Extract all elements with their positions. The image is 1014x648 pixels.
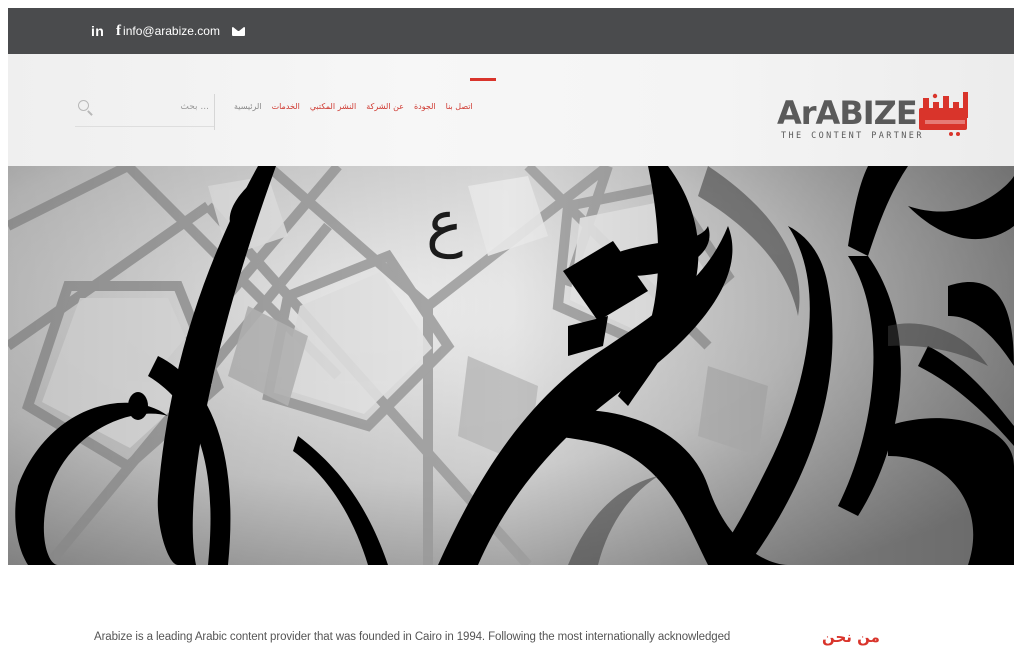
search-icon[interactable] <box>78 100 89 111</box>
nav-item-contact[interactable]: اتصل بنا <box>446 102 473 111</box>
nav-item-quality[interactable]: الجودة <box>414 102 436 111</box>
about-heading: من نحن <box>822 628 880 646</box>
about-paragraph: Arabize is a leading Arabic content prov… <box>94 631 731 643</box>
header-divider <box>214 94 215 130</box>
hero-letter-glyph: ع <box>426 186 463 260</box>
linkedin-icon[interactable]: in <box>91 23 104 39</box>
search-input[interactable] <box>109 98 209 116</box>
facebook-icon[interactable]: f <box>116 23 121 40</box>
nav-item-desktop-publishing[interactable]: النشر المكتبي <box>310 102 356 111</box>
main-nav: الرئيسية الخدمات النشر المكتبي عن الشركة… <box>234 102 473 111</box>
hero-banner: ع <box>8 166 1014 565</box>
hero-calligraphy-image: ع <box>8 166 1014 565</box>
logo-arabic-mark <box>919 92 968 136</box>
search-box <box>75 96 215 127</box>
top-bar: in f info@arabize.com <box>8 8 1014 54</box>
nav-item-about[interactable]: عن الشركة <box>366 102 404 111</box>
site-logo[interactable]: ArABIZE THE CONTENT PARTNER <box>775 92 975 142</box>
email-link[interactable]: info@arabize.com <box>123 24 220 38</box>
nav-item-home[interactable]: الرئيسية <box>234 102 262 111</box>
social-links: in f info@arabize.com <box>91 23 245 40</box>
logo-tagline: THE CONTENT PARTNER <box>781 131 924 141</box>
site-header: الرئيسية الخدمات النشر المكتبي عن الشركة… <box>8 54 1014 166</box>
logo-wordmark: ArABIZE <box>777 94 917 132</box>
active-nav-indicator <box>470 78 496 81</box>
envelope-icon[interactable] <box>231 26 245 36</box>
arabize-logo: ArABIZE THE CONTENT PARTNER <box>777 92 968 141</box>
nav-item-services[interactable]: الخدمات <box>272 102 300 111</box>
